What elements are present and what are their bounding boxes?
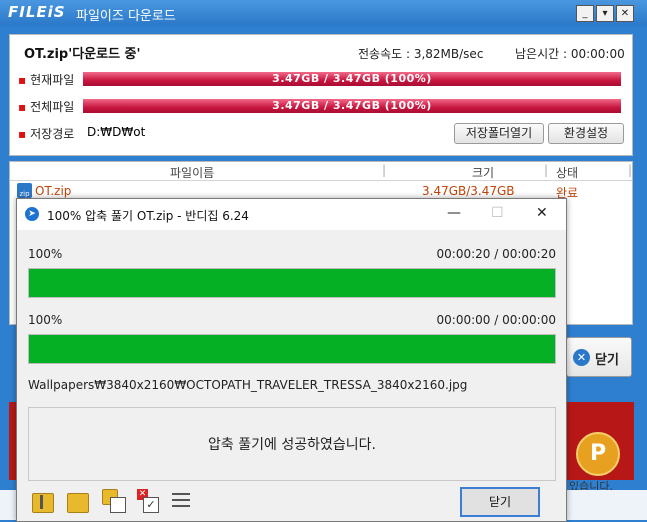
dialog-title-bar: ➤ 100% 압축 풀기 OT.zip - 반디집 6.24 — ☐ ✕	[17, 199, 566, 230]
current-file-progress-bar: 3.47GB / 3.47GB (100%)	[83, 72, 621, 86]
file-list-header: 파일이름 | 크기 | 상태 |	[10, 162, 632, 181]
title-bar: FILEiS 파일이즈 다운로드 _ ▾ ✕	[0, 0, 647, 26]
bandizip-icon: ➤	[25, 207, 39, 221]
coin-icon: P	[576, 432, 620, 476]
column-divider: |	[382, 163, 387, 177]
current-file-label: ▪ 현재파일	[18, 73, 75, 87]
delete-check-icon[interactable]: ✕ ✓	[137, 489, 159, 513]
column-size[interactable]: 크기	[472, 164, 494, 181]
minimize-button[interactable]: _	[576, 5, 594, 22]
column-status[interactable]: 상태	[556, 164, 578, 181]
restore-button[interactable]: ▾	[596, 5, 614, 22]
zip-file-icon: zip	[17, 183, 32, 198]
app-title: 파일이즈 다운로드	[76, 9, 176, 24]
total-file-progress-bar: 3.47GB / 3.47GB (100%)	[83, 99, 621, 113]
close-circle-icon: ✕	[573, 349, 590, 366]
folder-icon[interactable]	[67, 489, 89, 513]
dialog-minimize-button[interactable]: —	[447, 205, 461, 221]
file-name-cell: OT.zip	[35, 184, 72, 198]
total-file-label: ▪ 전체파일	[18, 100, 75, 114]
file-progress-bar	[28, 268, 556, 298]
column-divider: |	[544, 163, 549, 177]
total-progress-bar	[28, 334, 556, 364]
open-folder-button[interactable]: 저장폴더열기	[454, 123, 544, 144]
close-window-button[interactable]: ✕	[616, 5, 634, 22]
close-button-label: 닫기	[595, 353, 619, 368]
open-folder-icon[interactable]	[32, 489, 54, 513]
menu-icon[interactable]	[172, 489, 194, 513]
ad-banner[interactable]: P	[566, 402, 634, 480]
column-file-name[interactable]: 파일이름	[170, 164, 214, 181]
dialog-close-ok-button[interactable]: 닫기	[460, 487, 540, 517]
file-percent: 100%	[28, 247, 63, 261]
app-logo: FILEiS	[8, 3, 66, 21]
close-button[interactable]: ✕ 닫기	[566, 337, 632, 377]
success-message: 압축 풀기에 성공하였습니다.	[208, 437, 376, 453]
remaining-time: 남은시간 : 00:00:00	[515, 47, 625, 61]
save-path-value: D:₩D₩ot	[87, 125, 146, 139]
total-time: 00:00:00 / 00:00:00	[436, 313, 556, 327]
current-extract-path: Wallpapers₩3840x2160₩OCTOPATH_TRAVELER_T…	[28, 378, 468, 392]
column-divider: |	[628, 163, 633, 177]
transfer-speed: 전송속도 : 3,82MB/sec	[358, 47, 484, 61]
file-size-cell: 3.47GB/3.47GB	[422, 184, 515, 198]
dialog-close-button[interactable]: ✕	[536, 205, 548, 221]
extract-dialog: ➤ 100% 압축 풀기 OT.zip - 반디집 6.24 — ☐ ✕ 100…	[16, 198, 567, 522]
download-panel: OT.zip'다운로드 중' 전송속도 : 3,82MB/sec 남은시간 : …	[9, 34, 633, 156]
copy-folder-icon[interactable]	[102, 489, 126, 513]
message-box: 압축 풀기에 성공하였습니다.	[28, 407, 556, 481]
file-time: 00:00:20 / 00:00:20	[436, 247, 556, 261]
download-file-heading: OT.zip'다운로드 중'	[24, 47, 141, 62]
save-path-label: ▪ 저장경로	[18, 127, 75, 141]
dialog-title: 100% 압축 풀기 OT.zip - 반디집 6.24	[47, 209, 249, 223]
total-percent: 100%	[28, 313, 63, 327]
settings-button[interactable]: 환경설정	[548, 123, 624, 144]
dialog-maximize-button[interactable]: ☐	[491, 205, 504, 221]
